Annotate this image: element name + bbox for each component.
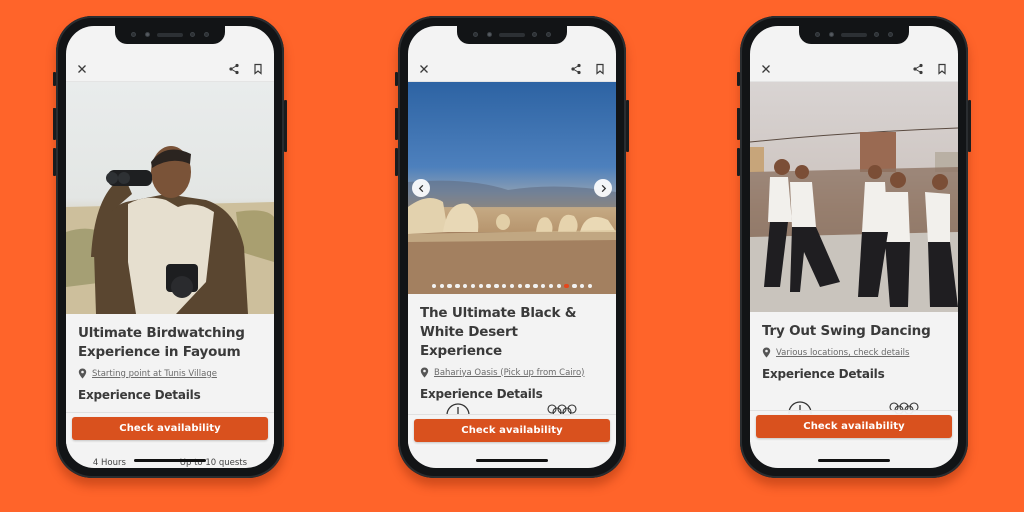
carousel-dot[interactable] <box>470 283 476 288</box>
share-icon[interactable] <box>228 63 240 75</box>
volume-up-button <box>737 112 740 140</box>
carousel-dot[interactable] <box>540 283 546 288</box>
experience-title: Ultimate Birdwatching Experience in Fayo… <box>78 325 245 360</box>
chevron-left-icon <box>418 184 423 192</box>
carousel-dot[interactable] <box>548 283 554 288</box>
carousel-dots <box>408 283 616 288</box>
phone-mockup-birdwatching: Ultimate Birdwatching Experience in Fayo… <box>53 16 287 478</box>
carousel-dot[interactable] <box>494 283 499 288</box>
power-button <box>284 100 287 152</box>
detail-group-size: Up to 10 quests <box>179 458 248 468</box>
volume-down-button <box>737 148 740 176</box>
carousel-dot[interactable] <box>533 283 538 288</box>
volume-down-button <box>395 148 398 176</box>
carousel-prev-button[interactable] <box>412 179 430 197</box>
share-icon[interactable] <box>570 63 582 75</box>
carousel-dot[interactable] <box>517 283 523 288</box>
home-indicator <box>476 459 548 462</box>
carousel-dot[interactable] <box>462 283 468 288</box>
carousel-dot[interactable] <box>556 283 562 288</box>
home-indicator <box>818 459 890 462</box>
experience-details: 4 Hours Up to 10 quests <box>66 456 274 468</box>
volume-up-button <box>395 112 398 140</box>
carousel-next-button[interactable] <box>594 179 612 197</box>
bookmark-icon[interactable] <box>936 63 948 75</box>
white-desert-illustration <box>408 180 616 294</box>
map-pin-icon <box>78 368 87 379</box>
bookmark-icon[interactable] <box>252 63 264 75</box>
close-icon[interactable] <box>76 63 88 75</box>
carousel-dot[interactable] <box>501 283 507 288</box>
top-bar <box>750 56 958 82</box>
top-bar <box>66 56 274 82</box>
carousel-dot[interactable] <box>478 283 484 288</box>
carousel-dot[interactable] <box>447 283 452 288</box>
power-button <box>968 100 971 152</box>
experience-content: Try Out Swing Dancing Various locations,… <box>750 312 958 468</box>
carousel-dot[interactable] <box>572 283 577 288</box>
location-link[interactable]: Starting point at Tunis Village <box>78 368 262 379</box>
location-link[interactable]: Bahariya Oasis (Pick up from Cairo) <box>420 367 604 378</box>
cta-bar: Check availability <box>750 410 958 442</box>
power-button <box>626 100 629 152</box>
volume-down-button <box>53 148 56 176</box>
bookmark-icon[interactable] <box>594 63 606 75</box>
check-availability-button[interactable]: Check availability <box>72 417 268 440</box>
cta-bar: Check availability <box>408 414 616 446</box>
phone-screen: Try Out Swing Dancing Various locations,… <box>750 26 958 468</box>
map-pin-icon <box>762 347 771 358</box>
close-icon[interactable] <box>760 63 772 75</box>
phone-screen: The Ultimate Black & White Desert Experi… <box>408 26 616 468</box>
carousel-dot-active[interactable] <box>564 283 569 288</box>
carousel-dot[interactable] <box>525 283 530 288</box>
phone-notch <box>115 26 225 44</box>
close-icon[interactable] <box>418 63 430 75</box>
phone-mockup-white-desert: The Ultimate Black & White Desert Experi… <box>395 16 629 478</box>
cta-bar: Check availability <box>66 412 274 444</box>
birdwatcher-illustration <box>66 146 274 314</box>
carousel-dot[interactable] <box>509 283 515 288</box>
top-bar <box>408 56 616 82</box>
carousel-dot[interactable] <box>455 283 460 288</box>
phone-screen: Ultimate Birdwatching Experience in Fayo… <box>66 26 274 468</box>
check-availability-button[interactable]: Check availability <box>414 419 610 442</box>
phone-notch <box>457 26 567 44</box>
experience-photo[interactable] <box>750 82 958 312</box>
phone-notch <box>799 26 909 44</box>
experience-title: The Ultimate Black & White Desert Experi… <box>420 305 577 359</box>
experience-photo-carousel[interactable] <box>408 82 616 294</box>
check-availability-button[interactable]: Check availability <box>756 415 952 438</box>
carousel-dot[interactable] <box>486 283 491 288</box>
experience-content: Ultimate Birdwatching Experience in Fayo… <box>66 314 274 468</box>
carousel-dot[interactable] <box>431 283 437 288</box>
chevron-right-icon <box>601 184 606 192</box>
swing-dancers-illustration <box>750 127 958 312</box>
carousel-dot[interactable] <box>439 283 445 288</box>
section-heading: Experience Details <box>762 367 885 381</box>
volume-up-button <box>53 112 56 140</box>
experience-title: Try Out Swing Dancing <box>762 323 931 339</box>
phone-mockup-swing-dancing: Try Out Swing Dancing Various locations,… <box>737 16 971 478</box>
section-heading: Experience Details <box>78 388 201 402</box>
section-heading: Experience Details <box>420 387 543 401</box>
share-icon[interactable] <box>912 63 924 75</box>
location-link[interactable]: Various locations, check details <box>762 347 946 358</box>
detail-duration: 4 Hours <box>92 458 126 468</box>
home-indicator <box>134 459 206 462</box>
experience-photo[interactable] <box>66 82 274 314</box>
carousel-dot[interactable] <box>587 283 593 288</box>
map-pin-icon <box>420 367 429 378</box>
carousel-dot[interactable] <box>579 283 585 288</box>
